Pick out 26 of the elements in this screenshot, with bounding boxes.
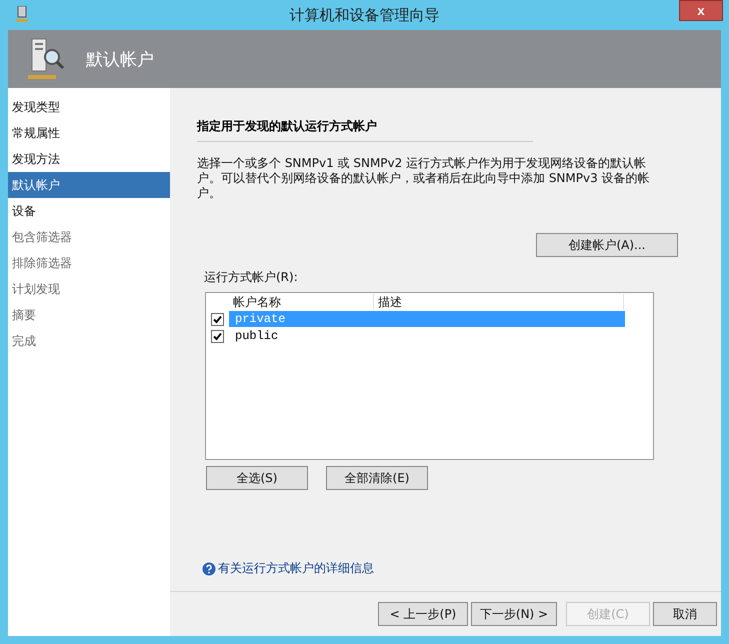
help-icon [202, 562, 216, 576]
step-item[interactable]: 发现方法 [8, 146, 170, 172]
window-title: 计算机和设备管理向导 [290, 6, 440, 24]
step-item[interactable]: 默认帐户 [8, 172, 170, 198]
section-heading: 指定用于发现的默认运行方式帐户 [197, 118, 533, 142]
column-header[interactable]: 帐户名称 [229, 294, 374, 310]
clear-all-button[interactable]: 全部清除(E) [326, 466, 428, 490]
description-text: 选择一个或多个 SNMPv1 或 SNMPv2 运行方式帐户作为用于发现网络设备的默认帐户。可以替代个别网络设备的默认帐户，或者稍后在此向导中添加 SNMPv3 设备的帐户。 [197, 156, 651, 201]
step-item[interactable]: 常规属性 [8, 120, 170, 146]
list-label: 运行方式帐户(R): [204, 269, 299, 286]
page-title: 默认帐户 [86, 48, 154, 70]
create-account-button[interactable]: 创建帐户(A)... [536, 233, 678, 257]
account-name-cell[interactable]: public [229, 328, 625, 344]
wizard-button[interactable]: 取消 [653, 602, 717, 626]
step-item[interactable]: 发现类型 [8, 94, 170, 120]
column-header[interactable]: 描述 [374, 294, 624, 310]
wizard-button[interactable]: 下一步(N) > [471, 602, 557, 626]
step-item[interactable]: 设备 [8, 198, 170, 224]
checkbox[interactable] [211, 330, 224, 342]
close-button[interactable]: x [679, 0, 723, 21]
help-link[interactable]: 有关运行方式帐户的详细信息 [218, 560, 374, 577]
server-icon [16, 6, 28, 22]
server-search-icon [26, 37, 66, 81]
checkbox[interactable] [211, 312, 224, 326]
select-all-button[interactable]: 全选(S) [206, 466, 308, 490]
wizard-button[interactable]: < 上一步(P) [378, 602, 468, 626]
